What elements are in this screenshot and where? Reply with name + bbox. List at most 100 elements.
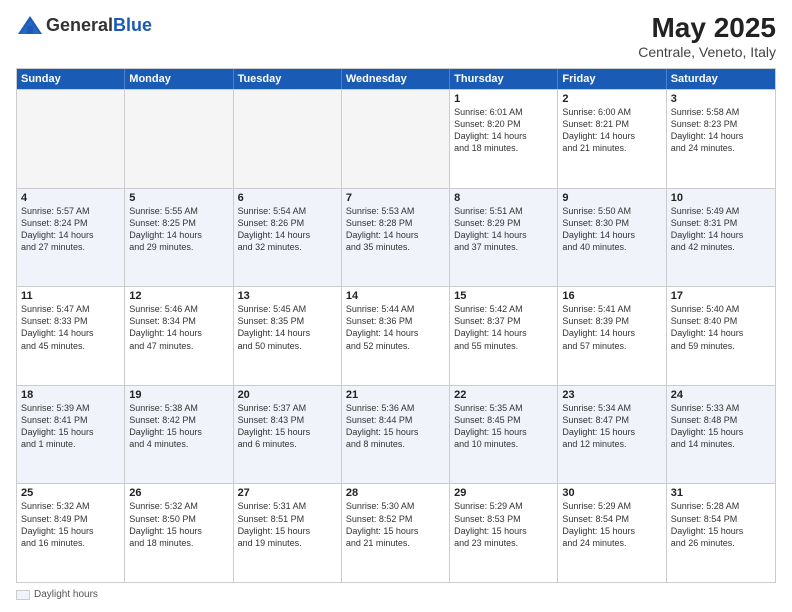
cal-cell-day-29: 29Sunrise: 5:29 AM Sunset: 8:53 PM Dayli… (450, 484, 558, 582)
day-number: 29 (454, 487, 553, 499)
cal-cell-day-3: 3Sunrise: 5:58 AM Sunset: 8:23 PM Daylig… (667, 90, 775, 188)
day-number: 18 (21, 389, 120, 401)
day-number: 1 (454, 93, 553, 105)
footer: Daylight hours (16, 589, 776, 600)
cell-info: Sunrise: 5:50 AM Sunset: 8:30 PM Dayligh… (562, 205, 661, 254)
cell-info: Sunrise: 5:32 AM Sunset: 8:50 PM Dayligh… (129, 500, 228, 549)
logo-general-text: General (46, 15, 113, 35)
logo: GeneralBlue (16, 12, 152, 40)
cal-cell-day-1: 1Sunrise: 6:01 AM Sunset: 8:20 PM Daylig… (450, 90, 558, 188)
cell-info: Sunrise: 5:44 AM Sunset: 8:36 PM Dayligh… (346, 303, 445, 352)
cell-info: Sunrise: 5:31 AM Sunset: 8:51 PM Dayligh… (238, 500, 337, 549)
cal-cell-day-7: 7Sunrise: 5:53 AM Sunset: 8:28 PM Daylig… (342, 189, 450, 287)
cal-cell-day-23: 23Sunrise: 5:34 AM Sunset: 8:47 PM Dayli… (558, 386, 666, 484)
cal-cell-day-8: 8Sunrise: 5:51 AM Sunset: 8:29 PM Daylig… (450, 189, 558, 287)
day-number: 11 (21, 290, 120, 302)
day-number: 26 (129, 487, 228, 499)
cal-cell-day-10: 10Sunrise: 5:49 AM Sunset: 8:31 PM Dayli… (667, 189, 775, 287)
calendar-header: SundayMondayTuesdayWednesdayThursdayFrid… (17, 69, 775, 89)
cal-cell-empty (17, 90, 125, 188)
cal-cell-day-13: 13Sunrise: 5:45 AM Sunset: 8:35 PM Dayli… (234, 287, 342, 385)
cell-info: Sunrise: 5:42 AM Sunset: 8:37 PM Dayligh… (454, 303, 553, 352)
day-number: 2 (562, 93, 661, 105)
page: GeneralBlue May 2025 Centrale, Veneto, I… (0, 0, 792, 612)
location-title: Centrale, Veneto, Italy (638, 44, 776, 60)
cal-cell-day-5: 5Sunrise: 5:55 AM Sunset: 8:25 PM Daylig… (125, 189, 233, 287)
day-number: 27 (238, 487, 337, 499)
day-number: 16 (562, 290, 661, 302)
cal-cell-day-30: 30Sunrise: 5:29 AM Sunset: 8:54 PM Dayli… (558, 484, 666, 582)
title-block: May 2025 Centrale, Veneto, Italy (638, 12, 776, 60)
day-number: 19 (129, 389, 228, 401)
day-number: 24 (671, 389, 771, 401)
cell-info: Sunrise: 5:54 AM Sunset: 8:26 PM Dayligh… (238, 205, 337, 254)
cal-cell-day-17: 17Sunrise: 5:40 AM Sunset: 8:40 PM Dayli… (667, 287, 775, 385)
cell-info: Sunrise: 5:40 AM Sunset: 8:40 PM Dayligh… (671, 303, 771, 352)
cell-info: Sunrise: 5:55 AM Sunset: 8:25 PM Dayligh… (129, 205, 228, 254)
cal-cell-day-24: 24Sunrise: 5:33 AM Sunset: 8:48 PM Dayli… (667, 386, 775, 484)
cell-info: Sunrise: 6:00 AM Sunset: 8:21 PM Dayligh… (562, 106, 661, 155)
day-number: 15 (454, 290, 553, 302)
cal-cell-day-15: 15Sunrise: 5:42 AM Sunset: 8:37 PM Dayli… (450, 287, 558, 385)
cell-info: Sunrise: 5:36 AM Sunset: 8:44 PM Dayligh… (346, 402, 445, 451)
cell-info: Sunrise: 5:41 AM Sunset: 8:39 PM Dayligh… (562, 303, 661, 352)
cell-info: Sunrise: 5:30 AM Sunset: 8:52 PM Dayligh… (346, 500, 445, 549)
day-number: 22 (454, 389, 553, 401)
cal-row-3: 11Sunrise: 5:47 AM Sunset: 8:33 PM Dayli… (17, 286, 775, 385)
cal-cell-day-19: 19Sunrise: 5:38 AM Sunset: 8:42 PM Dayli… (125, 386, 233, 484)
cell-info: Sunrise: 5:34 AM Sunset: 8:47 PM Dayligh… (562, 402, 661, 451)
day-number: 5 (129, 192, 228, 204)
calendar-body: 1Sunrise: 6:01 AM Sunset: 8:20 PM Daylig… (17, 89, 775, 582)
cal-cell-day-28: 28Sunrise: 5:30 AM Sunset: 8:52 PM Dayli… (342, 484, 450, 582)
cal-cell-day-20: 20Sunrise: 5:37 AM Sunset: 8:43 PM Dayli… (234, 386, 342, 484)
cell-info: Sunrise: 5:58 AM Sunset: 8:23 PM Dayligh… (671, 106, 771, 155)
cal-row-1: 1Sunrise: 6:01 AM Sunset: 8:20 PM Daylig… (17, 89, 775, 188)
day-number: 28 (346, 487, 445, 499)
day-number: 25 (21, 487, 120, 499)
cal-cell-day-31: 31Sunrise: 5:28 AM Sunset: 8:54 PM Dayli… (667, 484, 775, 582)
day-number: 9 (562, 192, 661, 204)
cell-info: Sunrise: 5:46 AM Sunset: 8:34 PM Dayligh… (129, 303, 228, 352)
cell-info: Sunrise: 5:38 AM Sunset: 8:42 PM Dayligh… (129, 402, 228, 451)
day-number: 31 (671, 487, 771, 499)
cal-cell-day-14: 14Sunrise: 5:44 AM Sunset: 8:36 PM Dayli… (342, 287, 450, 385)
cell-info: Sunrise: 5:29 AM Sunset: 8:53 PM Dayligh… (454, 500, 553, 549)
cell-info: Sunrise: 5:28 AM Sunset: 8:54 PM Dayligh… (671, 500, 771, 549)
cell-info: Sunrise: 5:45 AM Sunset: 8:35 PM Dayligh… (238, 303, 337, 352)
cal-cell-day-25: 25Sunrise: 5:32 AM Sunset: 8:49 PM Dayli… (17, 484, 125, 582)
logo-icon (16, 12, 44, 40)
cal-cell-empty (234, 90, 342, 188)
cal-row-2: 4Sunrise: 5:57 AM Sunset: 8:24 PM Daylig… (17, 188, 775, 287)
cal-header-friday: Friday (558, 69, 666, 89)
legend-box (16, 590, 30, 600)
day-number: 21 (346, 389, 445, 401)
cal-cell-day-26: 26Sunrise: 5:32 AM Sunset: 8:50 PM Dayli… (125, 484, 233, 582)
cal-cell-day-11: 11Sunrise: 5:47 AM Sunset: 8:33 PM Dayli… (17, 287, 125, 385)
cal-cell-day-18: 18Sunrise: 5:39 AM Sunset: 8:41 PM Dayli… (17, 386, 125, 484)
day-number: 30 (562, 487, 661, 499)
cell-info: Sunrise: 5:29 AM Sunset: 8:54 PM Dayligh… (562, 500, 661, 549)
cal-header-saturday: Saturday (667, 69, 775, 89)
header: GeneralBlue May 2025 Centrale, Veneto, I… (16, 12, 776, 60)
cell-info: Sunrise: 5:32 AM Sunset: 8:49 PM Dayligh… (21, 500, 120, 549)
cell-info: Sunrise: 5:53 AM Sunset: 8:28 PM Dayligh… (346, 205, 445, 254)
cell-info: Sunrise: 5:47 AM Sunset: 8:33 PM Dayligh… (21, 303, 120, 352)
cal-header-thursday: Thursday (450, 69, 558, 89)
cal-row-4: 18Sunrise: 5:39 AM Sunset: 8:41 PM Dayli… (17, 385, 775, 484)
cal-cell-day-2: 2Sunrise: 6:00 AM Sunset: 8:21 PM Daylig… (558, 90, 666, 188)
cal-cell-day-4: 4Sunrise: 5:57 AM Sunset: 8:24 PM Daylig… (17, 189, 125, 287)
cal-header-wednesday: Wednesday (342, 69, 450, 89)
cal-row-5: 25Sunrise: 5:32 AM Sunset: 8:49 PM Dayli… (17, 483, 775, 582)
cell-info: Sunrise: 5:51 AM Sunset: 8:29 PM Dayligh… (454, 205, 553, 254)
cal-cell-day-16: 16Sunrise: 5:41 AM Sunset: 8:39 PM Dayli… (558, 287, 666, 385)
cal-header-monday: Monday (125, 69, 233, 89)
cal-cell-day-12: 12Sunrise: 5:46 AM Sunset: 8:34 PM Dayli… (125, 287, 233, 385)
day-number: 4 (21, 192, 120, 204)
calendar: SundayMondayTuesdayWednesdayThursdayFrid… (16, 68, 776, 583)
cell-info: Sunrise: 5:37 AM Sunset: 8:43 PM Dayligh… (238, 402, 337, 451)
legend-label: Daylight hours (34, 589, 98, 600)
day-number: 7 (346, 192, 445, 204)
day-number: 17 (671, 290, 771, 302)
cell-info: Sunrise: 5:57 AM Sunset: 8:24 PM Dayligh… (21, 205, 120, 254)
day-number: 13 (238, 290, 337, 302)
